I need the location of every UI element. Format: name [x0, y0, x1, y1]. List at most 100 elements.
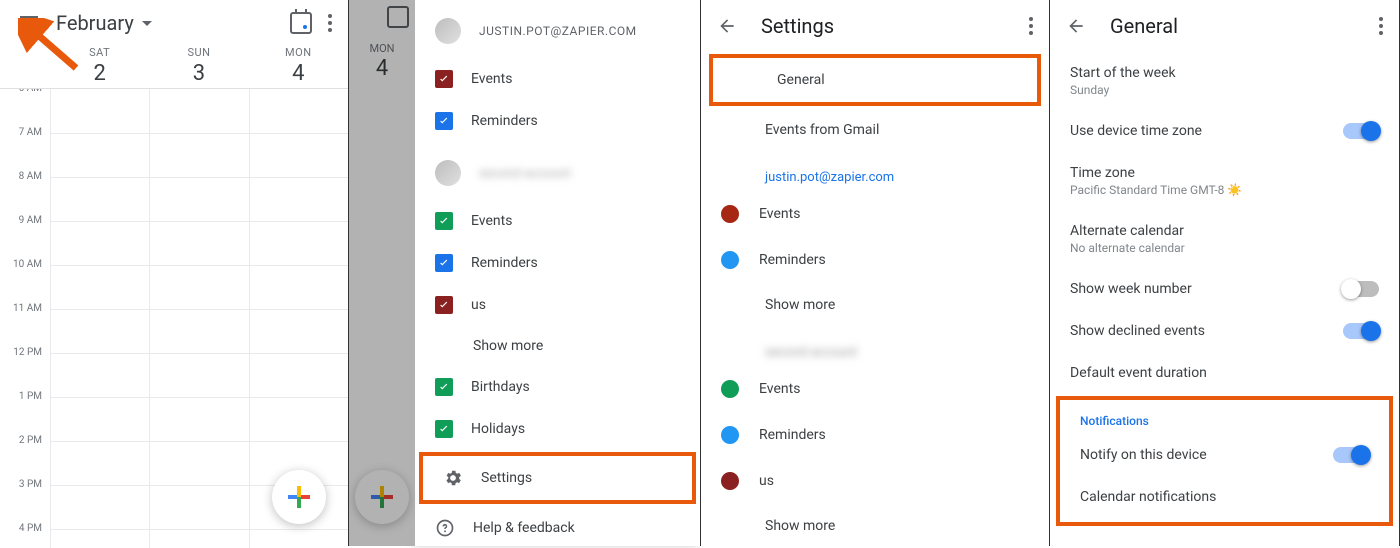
calendar-settings-events[interactable]: Events	[701, 191, 1049, 237]
more-vert-icon[interactable]	[328, 14, 332, 32]
calendar-settings-reminders[interactable]: Reminders	[701, 412, 1049, 458]
help-feedback-button[interactable]: Help & feedback	[415, 506, 700, 546]
calendar-toggle-reminders[interactable]: Reminders	[415, 100, 700, 142]
hour-label: 9 AM	[0, 215, 50, 259]
calendar-toggle-holidays[interactable]: Holidays	[415, 408, 700, 450]
day-column: MON 4	[249, 46, 348, 86]
more-vert-icon[interactable]	[1379, 17, 1383, 35]
hour-row: 8 AM	[0, 177, 348, 221]
drawer-view: MON 4 JUSTIN.POT@ZAPIER.COM Events Remin…	[349, 0, 701, 546]
hour-cell[interactable]	[249, 134, 348, 177]
hour-label: 12 PM	[0, 347, 50, 391]
month-label: February	[56, 11, 134, 35]
calendar-toggle-events[interactable]: Events	[415, 58, 700, 100]
hour-cell[interactable]	[149, 178, 248, 221]
settings-view: Settings General Events from Gmail justi…	[701, 0, 1050, 546]
hour-cell[interactable]	[50, 354, 149, 397]
create-event-fab	[355, 470, 409, 524]
notify-on-device-row[interactable]: Notify on this device	[1060, 434, 1389, 476]
hour-label: 10 AM	[0, 259, 50, 303]
settings-title: Settings	[761, 14, 834, 38]
hour-row: 7 AM	[0, 133, 348, 177]
hour-cell[interactable]	[50, 310, 149, 353]
hour-cell[interactable]	[149, 398, 248, 441]
hour-cell[interactable]	[50, 134, 149, 177]
hour-cell[interactable]	[249, 178, 348, 221]
background-strip: MON 4	[349, 0, 415, 546]
show-more-button[interactable]: Show more	[701, 283, 1049, 327]
back-arrow-icon[interactable]	[1066, 16, 1086, 36]
hour-cell[interactable]	[50, 89, 149, 133]
calendar-settings-reminders[interactable]: Reminders	[701, 237, 1049, 283]
hour-cell[interactable]	[249, 398, 348, 441]
calendar-settings-us[interactable]: us	[701, 458, 1049, 504]
hour-label: 8 AM	[0, 171, 50, 215]
hour-cell[interactable]	[50, 266, 149, 309]
hour-cell[interactable]	[149, 530, 248, 548]
hour-cell[interactable]	[249, 530, 348, 548]
hour-cell[interactable]	[149, 442, 248, 485]
settings-button[interactable]: Settings	[419, 452, 696, 504]
color-dot	[721, 251, 739, 269]
hour-label: 11 AM	[0, 303, 50, 347]
avatar	[435, 18, 461, 44]
hour-row: 11 AM	[0, 309, 348, 353]
calendar-toggle-events[interactable]: Events	[415, 200, 700, 242]
calendar-toggle-birthdays[interactable]: Birthdays	[415, 366, 700, 408]
timezone-row[interactable]: Time zone Pacific Standard Time GMT-8 ☀️	[1050, 152, 1399, 210]
show-more-button[interactable]: Show more	[415, 326, 700, 366]
show-week-number-row[interactable]: Show week number	[1050, 268, 1399, 310]
toggle-switch[interactable]	[1333, 447, 1369, 463]
hour-cell[interactable]	[249, 89, 348, 133]
use-device-timezone-row[interactable]: Use device time zone	[1050, 110, 1399, 152]
hour-cell[interactable]	[249, 354, 348, 397]
create-event-fab[interactable]	[272, 470, 326, 524]
hour-cell[interactable]	[50, 178, 149, 221]
month-selector[interactable]: February	[56, 11, 152, 35]
show-declined-events-row[interactable]: Show declined events	[1050, 310, 1399, 352]
today-icon[interactable]	[290, 12, 312, 34]
menu-icon[interactable]	[20, 11, 44, 35]
hour-cell[interactable]	[249, 266, 348, 309]
chevron-down-icon	[142, 21, 152, 26]
hour-cell[interactable]	[149, 222, 248, 265]
hour-label: 2 PM	[0, 435, 50, 479]
start-of-week-row[interactable]: Start of the week Sunday	[1050, 52, 1399, 110]
calendar-settings-events[interactable]: Events	[701, 366, 1049, 412]
day-column: SUN 3	[149, 46, 248, 86]
settings-events-from-gmail[interactable]: Events from Gmail	[701, 108, 1049, 152]
hour-row: 4 PM	[0, 529, 348, 548]
hour-cell[interactable]	[149, 486, 248, 529]
toggle-switch[interactable]	[1343, 323, 1379, 339]
hour-cell[interactable]	[149, 266, 248, 309]
hour-cell[interactable]	[149, 354, 248, 397]
checkbox-icon	[435, 112, 453, 130]
hour-cell[interactable]	[249, 222, 348, 265]
hour-cell[interactable]	[149, 89, 248, 133]
settings-general[interactable]: General	[713, 58, 1037, 102]
calendar-toggle-us[interactable]: us	[415, 284, 700, 326]
checkbox-icon	[435, 296, 453, 314]
toggle-switch[interactable]	[1343, 123, 1379, 139]
alternate-calendar-row[interactable]: Alternate calendar No alternate calendar	[1050, 210, 1399, 268]
more-vert-icon[interactable]	[1029, 17, 1033, 35]
hour-cell[interactable]	[50, 486, 149, 529]
hour-cell[interactable]	[249, 310, 348, 353]
hour-cell[interactable]	[50, 530, 149, 548]
hour-label: 4 PM	[0, 523, 50, 548]
color-dot	[721, 205, 739, 223]
calendar-notifications-row[interactable]: Calendar notifications	[1060, 476, 1389, 518]
show-more-button[interactable]: Show more	[701, 504, 1049, 548]
hour-cell[interactable]	[50, 222, 149, 265]
toggle-switch[interactable]	[1343, 281, 1379, 297]
calendar-toggle-reminders[interactable]: Reminders	[415, 242, 700, 284]
hour-label: 1 PM	[0, 391, 50, 435]
hour-cell[interactable]	[149, 310, 248, 353]
back-arrow-icon[interactable]	[717, 16, 737, 36]
hour-cell[interactable]	[149, 134, 248, 177]
hour-cell[interactable]	[50, 398, 149, 441]
navigation-drawer: JUSTIN.POT@ZAPIER.COM Events Reminders s…	[415, 0, 700, 546]
checkbox-icon	[435, 378, 453, 396]
hour-cell[interactable]	[50, 442, 149, 485]
default-event-duration-row[interactable]: Default event duration	[1050, 352, 1399, 394]
